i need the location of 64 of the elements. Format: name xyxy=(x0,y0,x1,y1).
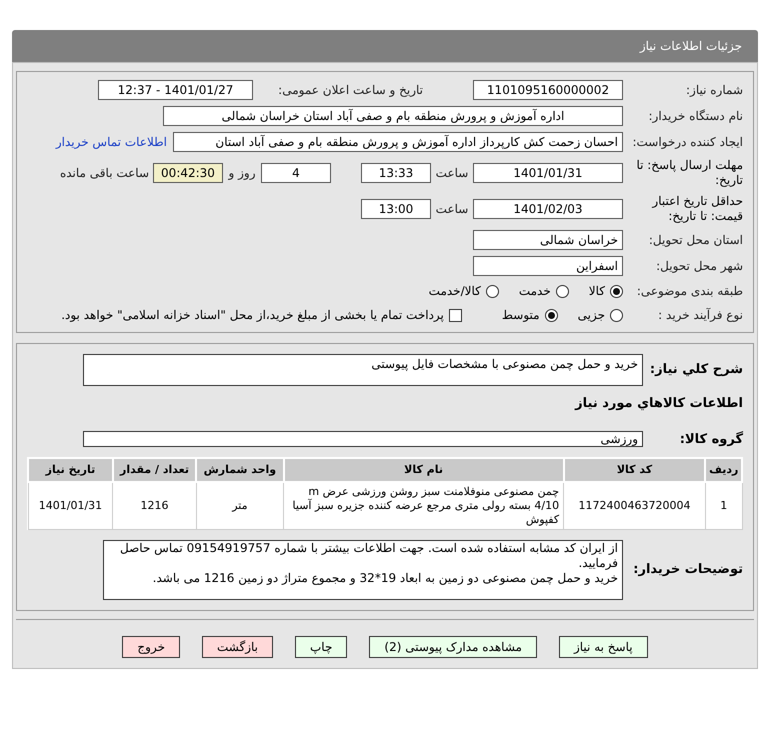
radio-label: کالا xyxy=(588,283,605,300)
deadline-time-field: 13:33 xyxy=(361,163,431,183)
checkbox[interactable] xyxy=(448,308,462,322)
need-number-field: 1101095160000002 xyxy=(473,80,623,100)
field-label: استان محل تحویل: xyxy=(648,232,743,249)
radio-button[interactable] xyxy=(610,308,623,322)
table-cell: 1216 xyxy=(112,482,196,530)
table-cell: چمن مصنوعی منوفلامنت سبز روشن ورزشی عرض m 4/10 بسته رولی متری مرجع عرضه کننده جزیره سبز آسیا کفپوش xyxy=(284,482,564,530)
radio-button[interactable] xyxy=(610,284,623,298)
days-field: 4 xyxy=(261,163,331,183)
table-cell: متر xyxy=(196,482,284,530)
field-label: نوع فرآیند خرید : xyxy=(657,307,743,324)
action-button[interactable]: چاپ xyxy=(295,636,348,658)
field-label: شهر محل تحویل: xyxy=(655,258,743,275)
table-cell: 1 xyxy=(705,482,742,530)
goods-group-field: ورزشی xyxy=(83,431,643,448)
validity-date-field: 1401/02/03 xyxy=(473,199,623,219)
page-title: جزئیات اطلاعات نیاز xyxy=(640,38,742,55)
field-label: شرح کلي نياز: xyxy=(648,361,743,379)
column-header: تعداد / مقدار xyxy=(112,458,196,482)
buyer-notes-field: از ایران کد مشابه استفاده شده است. جهت اطلاعات بیشتر با شماره 09154919757 تماس حاصل فرمایید. خرید و حمل چمن مصنوعی دو زمین به ابعاد 19*32 و مجموع متراژ دو زمین 1216 می باشد. xyxy=(103,540,623,600)
column-header: ردیف xyxy=(705,458,742,482)
section-title: اطلاعات کالاهاي مورد نياز xyxy=(574,395,743,413)
table-cell: 1401/01/31 xyxy=(28,482,113,530)
column-header: واحد شمارش xyxy=(196,458,284,482)
field-label: طبقه بندی موضوعی: xyxy=(636,283,743,300)
action-button[interactable]: خروج xyxy=(122,636,180,658)
radio-button[interactable] xyxy=(486,284,499,298)
buyer-contact-link[interactable]: اطلاعات تماس خریدار xyxy=(56,133,167,151)
checkbox-label: پرداخت تمام یا بخشی از مبلغ خرید،از محل "اسناد خزانه اسلامی" خواهد بود. xyxy=(61,307,444,324)
radio-label: جزیی xyxy=(578,307,605,324)
validity-time-field: 13:00 xyxy=(361,199,431,219)
field-label: ساعت xyxy=(434,201,470,218)
action-button[interactable]: بازگشت xyxy=(202,636,273,658)
requester-field: احسان زحمت کش کارپرداز اداره آموزش و پرورش منطقه بام و صفی آباد استان xyxy=(173,132,623,152)
field-label: ساعت xyxy=(434,165,470,182)
province-field: خراسان شمالی xyxy=(473,230,623,250)
field-label: نام دستگاه خریدار: xyxy=(648,108,743,125)
announce-date-field: 1401/01/27 - 12:37 xyxy=(98,80,253,100)
field-label: گروه کالا: xyxy=(678,430,743,448)
field-label: تاریخ و ساعت اعلان عمومی: xyxy=(277,82,423,99)
remaining-time-field: 00:42:30 xyxy=(153,163,223,183)
radio-label: خدمت xyxy=(518,283,551,300)
table-cell: 1172400463720004 xyxy=(564,482,706,530)
radio-label: متوسط xyxy=(502,307,540,324)
action-button[interactable]: پاسخ به نیاز xyxy=(558,636,648,658)
buyer-org-field: اداره آموزش و پرورش منطقه بام و صفی آباد استان خراسان شمالی xyxy=(163,106,623,126)
action-button[interactable]: مشاهده مدارک پیوستی (2) xyxy=(369,636,537,658)
field-label: توضیحات خریدار: xyxy=(632,561,743,580)
field-label: مهلت ارسال پاسخ: تا تاریخ: xyxy=(635,158,743,188)
radio-button[interactable] xyxy=(544,308,558,322)
field-label: شماره نیاز: xyxy=(685,82,743,99)
field-label: روز و xyxy=(227,165,256,182)
summary-field: خرید و حمل چمن مصنوعی با مشخصات فایل پیوستی xyxy=(83,354,643,386)
radio-button[interactable] xyxy=(556,284,569,298)
field-label: ساعت باقی مانده xyxy=(60,165,149,182)
city-field: اسفراین xyxy=(473,256,623,276)
column-header: نام کالا xyxy=(284,458,564,482)
field-label: ایجاد کننده درخواست: xyxy=(631,134,743,151)
deadline-date-field: 1401/01/31 xyxy=(473,163,623,183)
radio-label: کالا/خدمت xyxy=(428,283,481,300)
column-header: کد کالا xyxy=(564,458,706,482)
field-label: حداقل تاریخ اعتبار قیمت: تا تاریخ: xyxy=(650,194,743,224)
column-header: تاریخ نیاز xyxy=(28,458,113,482)
